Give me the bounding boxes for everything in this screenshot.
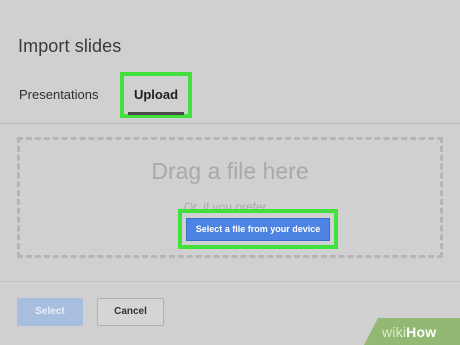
select-button[interactable]: Select <box>17 298 83 326</box>
drop-heading: Drag a file here <box>151 158 309 184</box>
wikihow-watermark: wikiHow <box>364 318 460 345</box>
watermark-wiki: wiki <box>382 324 407 340</box>
dialog-title: Import slides <box>18 36 122 56</box>
watermark-how: How <box>406 324 437 340</box>
watermark-text: wikiHow <box>382 324 436 340</box>
tab-presentations[interactable]: Presentations <box>19 87 99 102</box>
import-slides-dialog: Import slides Presentations Upload Drag … <box>0 0 460 345</box>
select-file-button[interactable]: Select a file from your device <box>186 218 330 241</box>
active-tab-indicator <box>128 112 184 115</box>
select-file-highlight: Select a file from your device <box>178 209 338 249</box>
tab-upload[interactable]: Upload <box>124 87 188 102</box>
cancel-button[interactable]: Cancel <box>97 298 164 326</box>
footer-divider <box>0 281 460 282</box>
tabs-divider <box>0 123 460 124</box>
tab-upload-highlight: Upload <box>120 72 192 118</box>
